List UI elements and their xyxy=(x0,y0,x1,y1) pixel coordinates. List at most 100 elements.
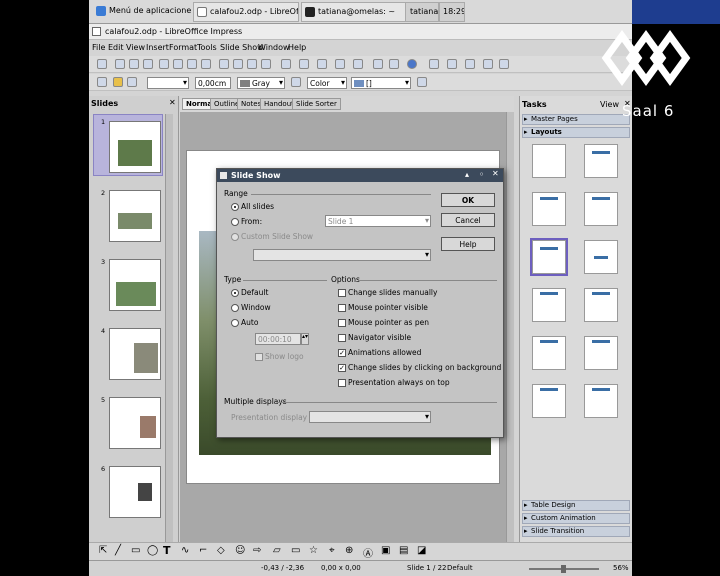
click-background-checkbox[interactable]: ✓ xyxy=(338,364,346,372)
show-logo-checkbox[interactable] xyxy=(255,353,263,361)
image-icon[interactable] xyxy=(353,59,363,69)
new-icon[interactable] xyxy=(97,59,107,69)
from-radio[interactable] xyxy=(231,218,239,226)
email-icon[interactable] xyxy=(143,59,153,69)
close-pane-icon[interactable]: ✕ xyxy=(169,98,176,107)
task-impress[interactable]: calafou2.odp - LibreOffic... xyxy=(193,2,299,22)
style-icon[interactable] xyxy=(97,77,107,87)
section-slide-transition[interactable]: Slide Transition xyxy=(522,526,630,537)
edit-icon[interactable] xyxy=(159,59,169,69)
window-radio[interactable] xyxy=(231,304,239,312)
select-icon[interactable]: ⇱ xyxy=(99,545,107,556)
navigator-icon[interactable] xyxy=(373,59,383,69)
glue-icon[interactable]: ⊕ xyxy=(345,545,353,556)
zoom-slider-thumb[interactable] xyxy=(561,565,566,573)
paste-icon[interactable] xyxy=(247,59,257,69)
layout-title-content[interactable] xyxy=(584,144,618,178)
layout-title-text[interactable] xyxy=(532,192,566,226)
layout-blank[interactable] xyxy=(532,144,566,178)
save-icon[interactable] xyxy=(129,59,139,69)
change-manually-checkbox[interactable] xyxy=(338,289,346,297)
slides-scrollbar[interactable] xyxy=(165,114,173,562)
copy-icon[interactable] xyxy=(233,59,243,69)
menu-view[interactable]: View xyxy=(126,43,145,52)
symbol-shapes-icon[interactable]: ☺ xyxy=(235,545,245,556)
menu-insert[interactable]: Insert xyxy=(146,43,169,52)
task-terminal[interactable]: tatiana@omelas: ~ xyxy=(301,2,407,22)
bulb-icon[interactable] xyxy=(113,77,123,87)
open-icon[interactable] xyxy=(115,59,125,69)
redo-icon[interactable] xyxy=(299,59,309,69)
section-layouts[interactable]: Layouts xyxy=(522,127,630,138)
applications-menu-button[interactable]: Menú de aplicaciones xyxy=(93,2,191,22)
line-style-select[interactable] xyxy=(147,77,189,89)
area-style-select[interactable]: Color xyxy=(307,77,347,89)
callouts-icon[interactable]: ▭ xyxy=(291,545,300,556)
slide-show-icon[interactable] xyxy=(429,59,439,69)
area-icon[interactable] xyxy=(291,77,301,87)
layout-title-only-selected[interactable] xyxy=(530,238,568,276)
slide-thumb-1[interactable] xyxy=(109,121,161,173)
spellcheck-icon[interactable] xyxy=(201,59,211,69)
line-width-field[interactable]: 0,00cm xyxy=(195,77,231,89)
design-icon[interactable] xyxy=(483,59,493,69)
pdf-icon[interactable] xyxy=(173,59,183,69)
layout-six-content[interactable] xyxy=(532,384,566,418)
curve-icon[interactable]: ∿ xyxy=(181,545,189,556)
menu-window[interactable]: Window xyxy=(258,43,290,52)
from-file-icon[interactable]: ▣ xyxy=(381,545,390,556)
connector-icon[interactable]: ⌐ xyxy=(199,545,207,556)
fontwork-icon[interactable]: Ⓐ xyxy=(363,545,373,560)
clone-icon[interactable] xyxy=(261,59,271,69)
layout-centered-text[interactable] xyxy=(584,240,618,274)
arrow-style-icon[interactable] xyxy=(127,77,137,87)
section-custom-animation[interactable]: Custom Animation xyxy=(522,513,630,524)
time-spinner[interactable]: ▴▾ xyxy=(301,333,309,345)
menu-file[interactable]: File xyxy=(92,43,105,52)
slide-thumb-5[interactable] xyxy=(109,397,161,449)
points-icon[interactable]: ⌖ xyxy=(329,545,335,556)
line-icon[interactable]: ╱ xyxy=(115,545,121,556)
flowchart-icon[interactable]: ▱ xyxy=(273,545,281,556)
slide-thumb-2[interactable] xyxy=(109,190,161,242)
pointer-visible-checkbox[interactable] xyxy=(338,304,346,312)
table-icon[interactable] xyxy=(335,59,345,69)
section-table-design[interactable]: Table Design xyxy=(522,500,630,511)
restore-icon[interactable]: ◦ xyxy=(479,170,484,179)
new-slide-icon[interactable] xyxy=(447,59,457,69)
pointer-pen-checkbox[interactable] xyxy=(338,319,346,327)
from-slide-select[interactable]: Slide 1 xyxy=(325,215,431,227)
gallery-icon[interactable]: ▤ xyxy=(399,545,408,556)
stars-icon[interactable]: ☆ xyxy=(309,545,318,556)
maximize-icon[interactable]: ▴ xyxy=(465,170,469,179)
animations-allowed-checkbox[interactable]: ✓ xyxy=(338,349,346,357)
slide-thumb-3[interactable] xyxy=(109,259,161,311)
ellipse-icon[interactable]: ◯ xyxy=(147,545,158,556)
editor-scrollbar[interactable] xyxy=(506,112,514,556)
rectangle-icon[interactable]: ▭ xyxy=(131,545,140,556)
ok-button[interactable]: OK xyxy=(441,193,495,207)
extrusion-icon[interactable]: ◪ xyxy=(417,545,426,556)
layout-content-two[interactable] xyxy=(584,288,618,322)
cut-icon[interactable] xyxy=(219,59,229,69)
layout-icon[interactable] xyxy=(465,59,475,69)
text-icon[interactable]: T xyxy=(163,544,171,557)
shadow-icon[interactable] xyxy=(417,77,427,87)
all-slides-radio[interactable] xyxy=(231,203,239,211)
help-button[interactable]: Help xyxy=(441,237,495,251)
zoom-icon[interactable] xyxy=(389,59,399,69)
section-master-pages[interactable]: Master Pages xyxy=(522,114,630,125)
menu-help[interactable]: Help xyxy=(288,43,306,52)
tab-slide-sorter[interactable]: Slide Sorter xyxy=(292,98,341,110)
navigator-visible-checkbox[interactable] xyxy=(338,334,346,342)
layout-grid[interactable] xyxy=(584,384,618,418)
layout-four-content[interactable] xyxy=(532,288,566,322)
layout-title-two-rows[interactable] xyxy=(532,336,566,370)
undo-icon[interactable] xyxy=(281,59,291,69)
layout-two-columns[interactable] xyxy=(584,192,618,226)
print-icon[interactable] xyxy=(187,59,197,69)
basic-shapes-icon[interactable]: ◇ xyxy=(217,545,225,556)
menu-format[interactable]: Format xyxy=(169,43,197,52)
custom-show-radio[interactable] xyxy=(231,233,239,241)
layout-title-content-rows[interactable] xyxy=(584,336,618,370)
